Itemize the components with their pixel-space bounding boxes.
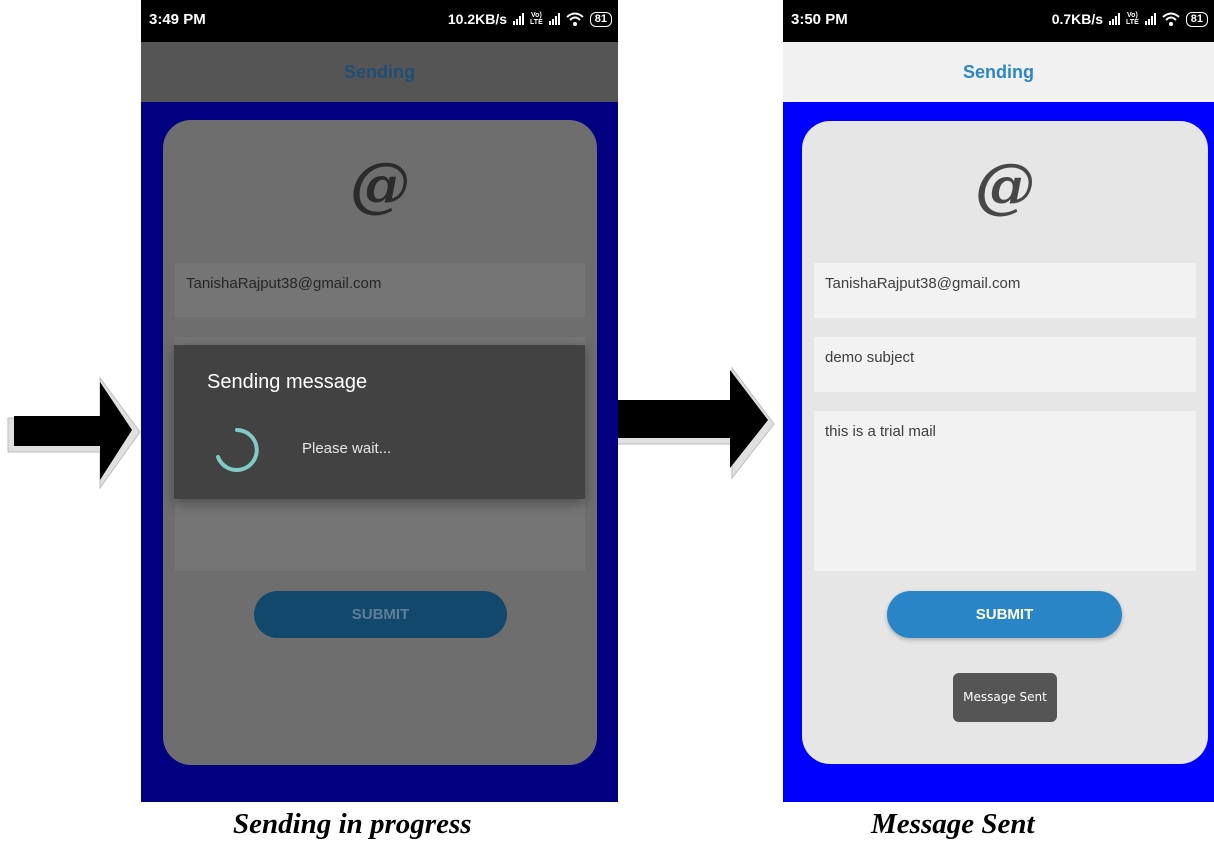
- phone-screen-sent: 3:50 PM 0.7KB/s Vo) LTE 81 Sending @ Tani…: [783, 0, 1214, 802]
- app-bar-title: Sending: [783, 42, 1214, 102]
- signal-icon: [548, 13, 560, 25]
- spinner-icon: [216, 428, 259, 472]
- wifi-icon: [566, 12, 584, 26]
- status-bar: 3:49 PM 10.2KB/s Vo) LTE 81: [141, 0, 618, 42]
- signal-icon: [513, 13, 525, 25]
- email-field[interactable]: TanishaRajput38@gmail.com: [814, 263, 1196, 318]
- volte-icon: Vo) LTE: [530, 12, 543, 26]
- form-card: @ TanishaRajput38@gmail.com demo subject…: [802, 121, 1208, 764]
- progress-dialog: Sending message Please wait...: [174, 345, 585, 499]
- dialog-title: Sending message: [207, 371, 368, 393]
- subject-field[interactable]: demo subject: [814, 337, 1196, 392]
- app-bar-title: Sending: [141, 42, 618, 102]
- battery-icon: 81: [589, 11, 612, 27]
- toast-message: Message Sent: [953, 673, 1057, 722]
- signal-icon: [1109, 13, 1121, 25]
- arrow-right-icon: [611, 366, 775, 480]
- wifi-icon: [1162, 12, 1180, 26]
- at-icon: @: [350, 150, 410, 220]
- dialog-message: Please wait...: [302, 440, 392, 457]
- volte-icon: Vo) LTE: [1126, 12, 1139, 26]
- submit-button[interactable]: SUBMIT: [254, 591, 507, 638]
- network-speed: 10.2KB/s: [447, 11, 508, 27]
- email-field[interactable]: TanishaRajput38@gmail.com: [175, 263, 585, 317]
- status-time: 3:50 PM: [791, 11, 848, 28]
- at-icon: @: [975, 151, 1035, 221]
- network-speed: 0.7KB/s: [1051, 11, 1104, 27]
- submit-button[interactable]: SUBMIT: [887, 591, 1122, 638]
- battery-icon: 81: [1185, 11, 1208, 27]
- caption-right: Message Sent: [871, 808, 1035, 840]
- status-time: 3:49 PM: [149, 11, 206, 28]
- message-field[interactable]: this is a trial mail: [814, 411, 1196, 571]
- phone-screen-sending: 3:49 PM 10.2KB/s Vo) LTE 81 Sending @ Tan…: [141, 0, 618, 802]
- signal-icon: [1144, 13, 1156, 25]
- status-bar: 3:50 PM 0.7KB/s Vo) LTE 81: [783, 0, 1214, 42]
- arrow-right-icon: [7, 376, 141, 490]
- caption-left: Sending in progress: [233, 808, 472, 840]
